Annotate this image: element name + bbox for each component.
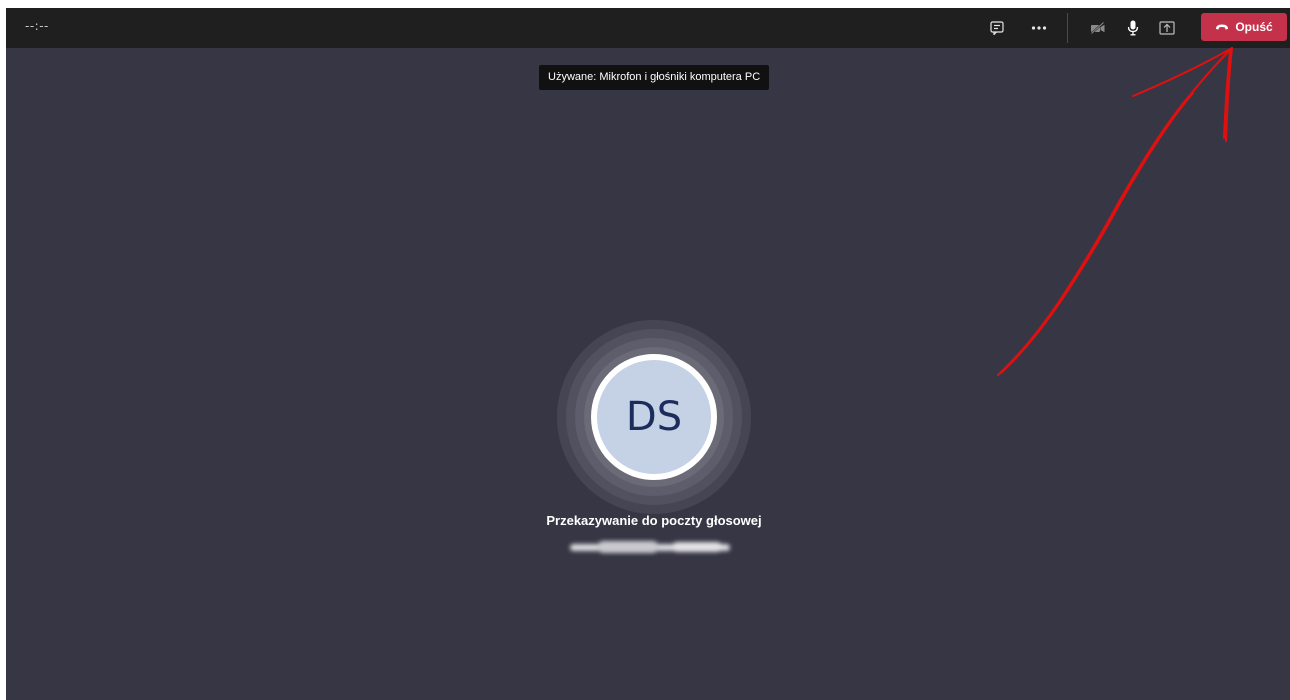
call-timer: --:-- — [25, 19, 49, 33]
call-status-text: Przekazywanie do poczty głosowej — [546, 513, 762, 528]
share-screen-icon — [1159, 21, 1175, 35]
more-options-button[interactable] — [1025, 14, 1053, 42]
chat-icon — [990, 21, 1004, 35]
audio-device-tooltip: Używane: Mikrofon i głośniki komputera P… — [539, 65, 770, 90]
more-options-icon — [1031, 25, 1047, 31]
toolbar-divider — [1067, 13, 1068, 43]
participant-avatar-group: DS — [557, 320, 751, 514]
camera-off-icon — [1090, 21, 1106, 35]
avatar-initials: DS — [625, 394, 683, 440]
camera-toggle-button[interactable] — [1084, 14, 1112, 42]
microphone-icon — [1127, 20, 1139, 36]
call-toolbar: --:-- Opuść — [6, 8, 1290, 48]
hang-up-icon — [1215, 20, 1229, 34]
avatar: DS — [591, 354, 717, 480]
leave-call-label: Opuść — [1235, 20, 1273, 34]
chat-button[interactable] — [983, 14, 1011, 42]
leave-call-button[interactable]: Opuść — [1201, 13, 1287, 41]
redacted-participant-name — [562, 537, 738, 557]
share-screen-button[interactable] — [1153, 14, 1181, 42]
microphone-button[interactable] — [1119, 14, 1147, 42]
call-window: --:-- Opuść Używane: Mikrofon i głośniki… — [6, 8, 1290, 700]
